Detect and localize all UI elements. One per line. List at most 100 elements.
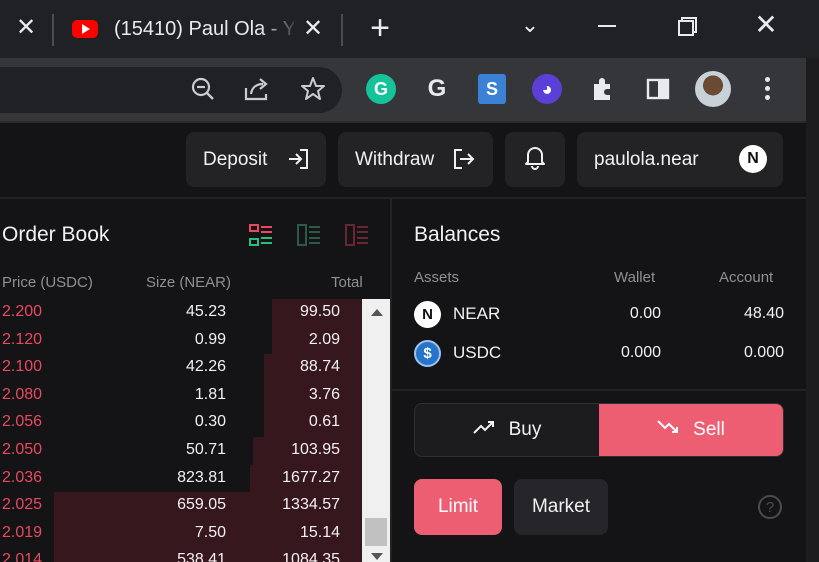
order-total: 2.09	[308, 330, 340, 348]
limit-order-button[interactable]: Limit	[414, 479, 502, 535]
new-tab-button[interactable]: +	[365, 11, 395, 46]
balances-wallet-header: Wallet	[614, 269, 656, 286]
panel-divider	[390, 199, 392, 562]
order-price: 2.014	[2, 551, 43, 562]
balances-divider	[392, 389, 806, 391]
order-size: 659.05	[177, 496, 226, 514]
order-price: 2.200	[2, 303, 43, 320]
order-book-asks: 2.200 45.23 99.50 2.120 0.99 2.09 2.100 42.26 88…	[0, 299, 362, 562]
usdc-coin-icon: $	[414, 340, 441, 367]
order-book-row[interactable]: 2.019 7.50 15.14	[0, 519, 362, 548]
s-extension-icon[interactable]: S	[478, 74, 506, 104]
order-book-row[interactable]: 2.200 45.23 99.50	[0, 299, 362, 327]
tab-search-chevron-icon[interactable]: ⌄	[510, 10, 550, 40]
balances-assets-header: Assets	[414, 269, 460, 286]
buy-button[interactable]: Buy	[415, 404, 599, 456]
scroll-down-arrow-icon[interactable]	[371, 553, 383, 560]
view-asks-icon[interactable]	[344, 223, 370, 249]
balances-account-header: Account	[719, 269, 774, 286]
tab-title-fade	[260, 12, 300, 48]
page-scrollbar[interactable]	[806, 58, 819, 562]
view-both-sides-icon[interactable]	[248, 223, 274, 249]
sell-label: Sell	[693, 419, 725, 440]
exchange-app: Deposit Withdraw paulola.near N Order Bo…	[0, 123, 806, 562]
asset-symbol: NEAR	[453, 304, 501, 323]
scrollbar-thumb[interactable]	[365, 518, 387, 546]
asset-symbol: USDC	[453, 343, 502, 362]
order-book-row[interactable]: 2.056 0.30 0.61	[0, 409, 362, 437]
zoom-out-icon[interactable]	[188, 74, 218, 104]
order-price: 2.025	[2, 496, 43, 514]
deposit-icon	[286, 147, 310, 177]
trend-up-icon	[472, 418, 497, 442]
order-book-row[interactable]: 2.080 1.81 3.76	[0, 381, 362, 410]
extensions-puzzle-icon[interactable]	[588, 74, 618, 104]
help-icon[interactable]: ?	[758, 495, 782, 519]
wallet-balance: 0.00	[629, 305, 661, 322]
share-icon[interactable]	[242, 74, 272, 104]
withdraw-button[interactable]: Withdraw	[338, 132, 493, 187]
minimize-window-button[interactable]	[588, 10, 628, 40]
order-book-scrollbar[interactable]	[362, 299, 390, 562]
profile-avatar[interactable]	[695, 71, 731, 107]
balance-row-near: N NEAR 0.00 48.40	[414, 300, 784, 330]
view-bids-icon[interactable]	[296, 223, 322, 249]
order-size: 823.81	[177, 468, 226, 486]
account-button[interactable]: paulola.near N	[577, 132, 783, 187]
balance-row-usdc: $ USDC 0.000 0.000	[414, 339, 784, 369]
grammarly-icon[interactable]: G	[366, 74, 396, 104]
order-book-title: Order Book	[2, 223, 110, 246]
scroll-up-arrow-icon[interactable]	[371, 309, 383, 316]
near-coin-icon: N	[414, 301, 441, 328]
google-icon[interactable]: G	[422, 74, 452, 104]
order-book-row[interactable]: 2.100 42.26 88.74	[0, 354, 362, 382]
withdraw-label: Withdraw	[355, 148, 435, 170]
bot-extension-icon[interactable]: ◕	[532, 74, 562, 104]
order-total: 1084.35	[282, 551, 340, 562]
header-divider	[0, 197, 806, 199]
near-logo-icon: N	[739, 145, 767, 173]
browser-tab-strip: ✕ (15410) Paul Ola - Y ✕ + ⌄ ✕	[0, 0, 819, 58]
bookmark-star-icon[interactable]	[298, 74, 328, 104]
order-size: 538.41	[177, 551, 226, 562]
notifications-button[interactable]	[505, 132, 565, 187]
order-book-row[interactable]: 2.025 659.05 1334.57	[0, 492, 362, 520]
order-size: 0.30	[194, 413, 226, 431]
browser-menu-icon[interactable]	[760, 74, 774, 104]
sell-button[interactable]: Sell	[599, 404, 783, 456]
order-book-row[interactable]: 2.120 0.99 2.09	[0, 326, 362, 355]
side-panel-icon[interactable]	[643, 74, 673, 104]
previous-tab-close-icon[interactable]: ✕	[14, 14, 38, 42]
order-book-row[interactable]: 2.036 823.81 1677.27	[0, 464, 362, 493]
deposit-label: Deposit	[203, 148, 268, 170]
tab-close-icon[interactable]: ✕	[300, 15, 326, 43]
order-book-row[interactable]: 2.050 50.71 103.95	[0, 437, 362, 465]
order-price: 2.100	[2, 358, 43, 376]
order-price: 2.036	[2, 468, 43, 486]
order-price: 2.019	[2, 523, 43, 541]
order-total: 88.74	[299, 358, 340, 376]
tab-youtube[interactable]: (15410) Paul Ola - Y ✕	[60, 8, 335, 58]
order-total: 1334.57	[282, 496, 340, 514]
order-total: 1677.27	[282, 468, 340, 486]
order-price: 2.120	[2, 330, 43, 348]
account-name: paulola.near	[594, 148, 699, 170]
order-price: 2.056	[2, 413, 43, 431]
deposit-button[interactable]: Deposit	[186, 132, 326, 187]
close-window-button[interactable]: ✕	[746, 10, 786, 40]
withdraw-icon	[452, 147, 476, 177]
account-balance: 48.40	[743, 305, 784, 322]
order-total: 15.14	[299, 523, 340, 541]
market-order-button[interactable]: Market	[514, 479, 608, 535]
buy-sell-toggle: Buy Sell	[414, 403, 784, 457]
order-book-row[interactable]: 2.014 538.41 1084.35	[0, 547, 362, 562]
address-bar[interactable]	[0, 67, 342, 113]
order-book-total-header: Total	[331, 274, 363, 291]
trend-down-icon	[657, 418, 681, 442]
bell-icon	[522, 144, 548, 176]
restore-window-button[interactable]	[668, 10, 708, 40]
order-price: 2.050	[2, 441, 43, 458]
youtube-icon	[72, 20, 98, 38]
account-balance: 0.000	[743, 344, 784, 361]
tab-separator	[52, 14, 54, 46]
